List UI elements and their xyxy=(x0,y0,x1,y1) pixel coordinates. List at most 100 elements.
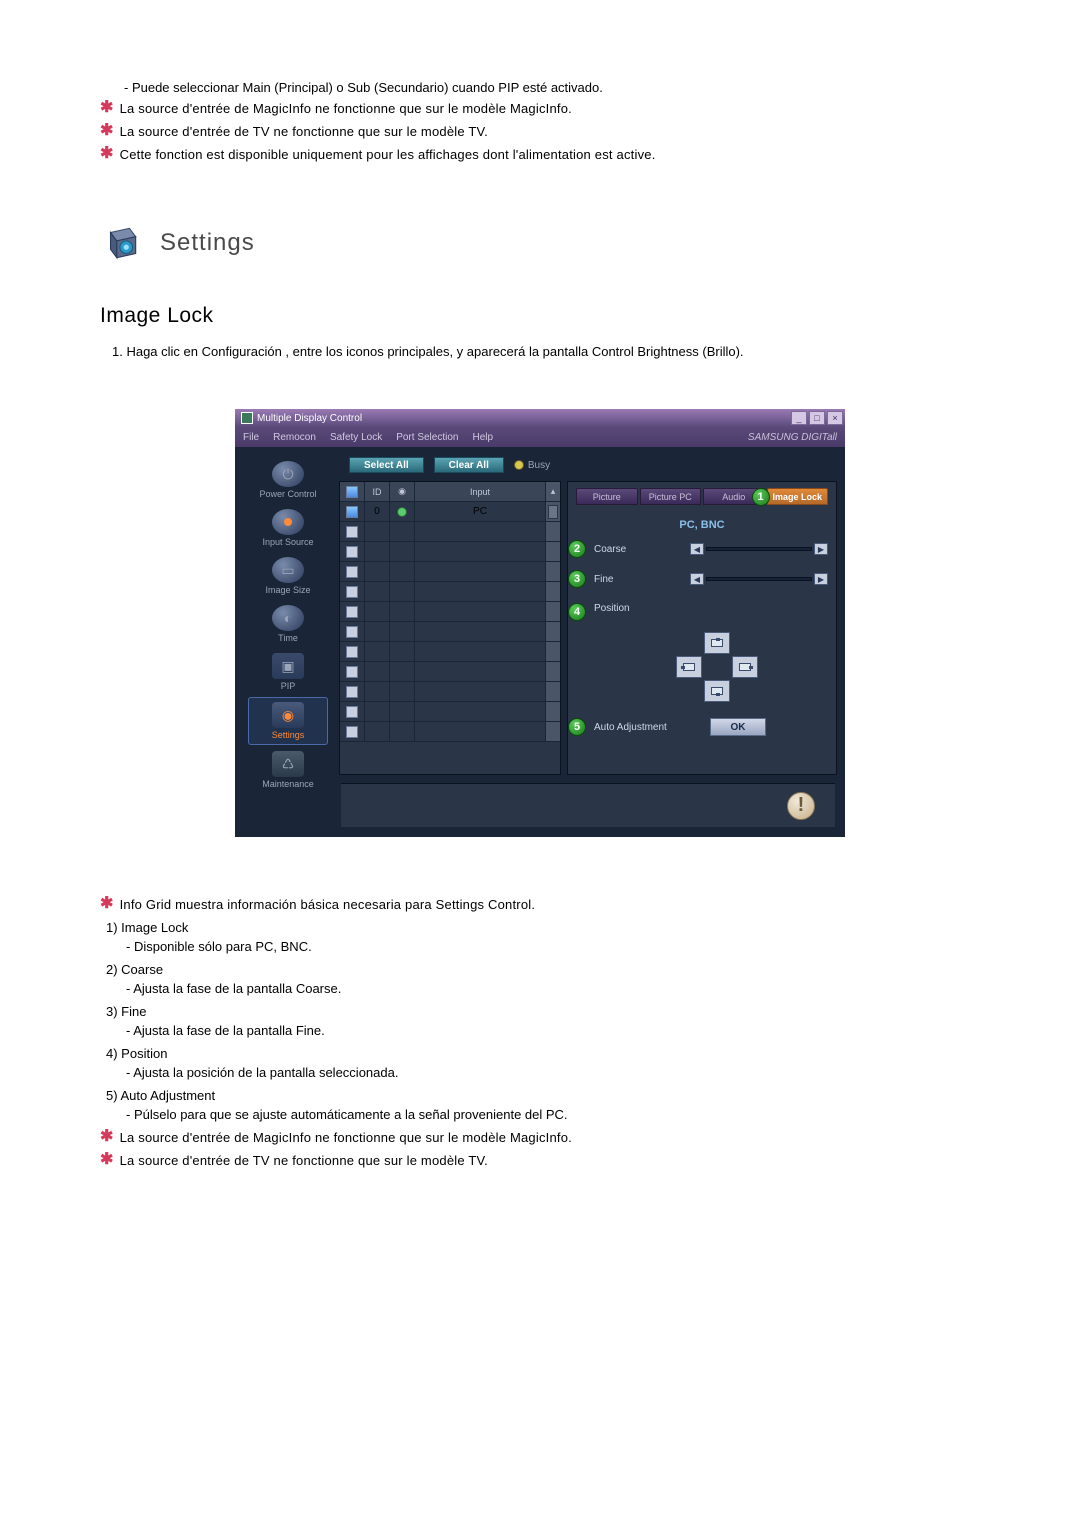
grid-header: ID ◉ Input ▴ xyxy=(340,482,560,502)
clock-icon: ◐ xyxy=(272,605,304,631)
power-icon: ⏻ xyxy=(272,461,304,487)
row-checkbox[interactable] xyxy=(346,586,358,598)
brand-label: SAMSUNG DIGITall xyxy=(748,432,837,443)
asterisk-icon: ✱ xyxy=(100,1153,114,1167)
intro-star-text-3: Cette fonction est disponible uniquement… xyxy=(120,147,656,162)
menu-help[interactable]: Help xyxy=(472,432,493,443)
sidebar-item-time[interactable]: ◐ Time xyxy=(248,601,328,647)
auto-adjustment-label: Auto Adjustment xyxy=(594,722,704,733)
mdc-window: Multiple Display Control _ □ × File Remo… xyxy=(235,409,845,837)
grid-scroll-up[interactable]: ▴ xyxy=(546,482,560,501)
grid-header-input[interactable]: Input xyxy=(415,482,546,501)
sidebar-item-input-source[interactable]: Input Source xyxy=(248,505,328,551)
row-checkbox[interactable] xyxy=(346,506,358,518)
desc-item-5-title: 5) Auto Adjustment xyxy=(106,1088,980,1103)
callout-1-icon: 1 xyxy=(752,488,770,506)
close-button[interactable]: × xyxy=(827,411,843,425)
tab-audio-label: Audio xyxy=(722,492,745,502)
position-left-button[interactable] xyxy=(676,656,702,678)
row-checkbox[interactable] xyxy=(346,706,358,718)
busy-label: Busy xyxy=(528,460,550,471)
coarse-increment-button[interactable]: ▶ xyxy=(814,543,828,555)
row-checkbox[interactable] xyxy=(346,626,358,638)
sidebar-item-image-size[interactable]: ▭ Image Size xyxy=(248,553,328,599)
position-row: 4 Position xyxy=(594,603,828,614)
position-label: Position xyxy=(594,603,684,614)
section-subtitle: Image Lock xyxy=(100,304,980,328)
fine-slider[interactable] xyxy=(706,577,812,581)
row-id: 0 xyxy=(365,502,390,521)
desc-item-4-sub: - Ajusta la posición de la pantalla sele… xyxy=(126,1065,980,1080)
info-grid-text: Info Grid muestra información básica nec… xyxy=(120,897,536,912)
sidebar-label: Power Control xyxy=(259,489,316,499)
grid-header-id[interactable]: ID xyxy=(365,482,390,501)
desc-item-1-title: 1) Image Lock xyxy=(106,920,980,935)
fine-row: 3 Fine ◀ ▶ xyxy=(594,573,828,585)
menu-file[interactable]: File xyxy=(243,432,259,443)
status-bar: ! xyxy=(341,783,835,827)
input-source-icon xyxy=(272,509,304,535)
row-checkbox[interactable] xyxy=(346,606,358,618)
sidebar-item-power[interactable]: ⏻ Power Control xyxy=(248,457,328,503)
menu-safety[interactable]: Safety Lock xyxy=(330,432,382,443)
grid-header-status[interactable]: ◉ xyxy=(390,482,415,501)
position-down-button[interactable] xyxy=(704,680,730,702)
sidebar-item-settings[interactable]: ◉ Settings xyxy=(248,697,328,745)
coarse-label: Coarse xyxy=(594,544,684,555)
sidebar-item-maintenance[interactable]: ♺ Maintenance xyxy=(248,747,328,793)
select-all-button[interactable]: Select All xyxy=(349,457,424,473)
busy-indicator: Busy xyxy=(514,460,550,471)
tab-image-lock[interactable]: Image Lock xyxy=(767,488,829,505)
coarse-decrement-button[interactable]: ◀ xyxy=(690,543,704,555)
menu-port[interactable]: Port Selection xyxy=(396,432,458,443)
minimize-button[interactable]: _ xyxy=(791,411,807,425)
row-checkbox[interactable] xyxy=(346,526,358,538)
row-checkbox[interactable] xyxy=(346,726,358,738)
row-checkbox[interactable] xyxy=(346,686,358,698)
intro-star-text-1: La source d'entrée de MagicInfo ne fonct… xyxy=(120,101,572,116)
fine-label: Fine xyxy=(594,574,684,585)
row-input: PC xyxy=(415,502,546,521)
grid-row[interactable]: 0 PC xyxy=(340,502,560,522)
desc-item-3-sub: - Ajusta la fase de la pantalla Fine. xyxy=(126,1023,980,1038)
section-title: Settings xyxy=(160,229,255,257)
row-checkbox[interactable] xyxy=(346,666,358,678)
menu-remocon[interactable]: Remocon xyxy=(273,432,316,443)
row-status-led xyxy=(397,507,407,517)
tab-picture[interactable]: Picture xyxy=(576,488,638,505)
settings-panel: Picture Picture PC Audio 1 Image Lock PC… xyxy=(567,481,837,775)
coarse-slider[interactable] xyxy=(706,547,812,551)
footer-star-1: ✱ La source d'entrée de MagicInfo ne fon… xyxy=(100,1130,980,1145)
position-up-button[interactable] xyxy=(704,632,730,654)
footer-star-2: ✱ La source d'entrée de TV ne fonctionne… xyxy=(100,1153,980,1168)
fine-decrement-button[interactable]: ◀ xyxy=(690,573,704,585)
position-pad xyxy=(676,632,828,702)
scrollbar-thumb[interactable] xyxy=(548,505,558,519)
menu-bar: File Remocon Safety Lock Port Selection … xyxy=(235,427,845,447)
maximize-button[interactable]: □ xyxy=(809,411,825,425)
maintenance-icon: ♺ xyxy=(272,751,304,777)
tab-audio[interactable]: Audio 1 xyxy=(703,488,765,505)
row-checkbox[interactable] xyxy=(346,546,358,558)
footer-star-1-text: La source d'entrée de MagicInfo ne fonct… xyxy=(120,1130,572,1145)
sidebar-label: Image Size xyxy=(265,585,310,595)
asterisk-icon: ✱ xyxy=(100,147,114,161)
coarse-row: 2 Coarse ◀ ▶ xyxy=(594,543,828,555)
footer-star-2-text: La source d'entrée de TV ne fonctionne q… xyxy=(120,1153,488,1168)
sidebar-item-pip[interactable]: ▣ PIP xyxy=(248,649,328,695)
row-checkbox[interactable] xyxy=(346,646,358,658)
desc-item-5-sub: - Púlselo para que se ajuste automáticam… xyxy=(126,1107,980,1122)
fine-increment-button[interactable]: ▶ xyxy=(814,573,828,585)
sidebar-label: Settings xyxy=(272,730,305,740)
clear-all-button[interactable]: Clear All xyxy=(434,457,504,473)
row-checkbox[interactable] xyxy=(346,566,358,578)
section-step-1: 1. Haga clic en Configuración , entre lo… xyxy=(112,344,980,359)
position-right-button[interactable] xyxy=(732,656,758,678)
asterisk-icon: ✱ xyxy=(100,101,114,115)
tab-picture-pc[interactable]: Picture PC xyxy=(640,488,702,505)
title-bar[interactable]: Multiple Display Control _ □ × xyxy=(235,409,845,427)
grid-header-check[interactable] xyxy=(340,482,365,501)
ok-button[interactable]: OK xyxy=(710,718,766,736)
intro-pip-line: - Puede seleccionar Main (Principal) o S… xyxy=(124,80,980,95)
asterisk-icon: ✱ xyxy=(100,897,114,911)
